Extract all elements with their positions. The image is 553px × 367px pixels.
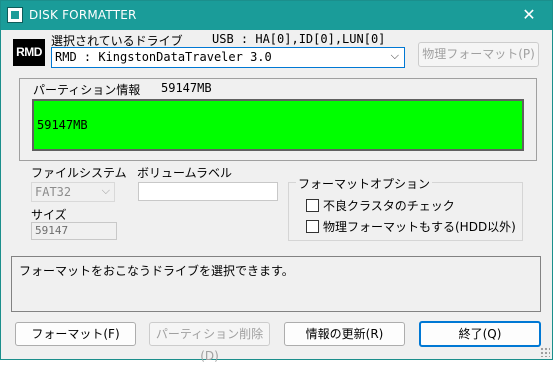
size-field: 59147 — [31, 222, 117, 240]
volume-label-input[interactable] — [138, 182, 278, 201]
exit-button[interactable]: 終了(Q) — [419, 321, 541, 347]
size-label: サイズ — [31, 208, 67, 222]
chevron-down-icon: ⌵ — [101, 184, 110, 197]
partition-info-label: パーティション情報 — [33, 83, 141, 97]
format-options-label: フォーマットオプション — [296, 175, 433, 192]
disk-formatter-window: DISK FORMATTER ✕ RMD 選択されているドライブ USB : H… — [0, 0, 553, 363]
filesystem-select[interactable]: FAT32 ⌵ — [31, 182, 115, 202]
window-title: DISK FORMATTER — [29, 8, 137, 22]
drive-select[interactable]: RMD : KingstonDataTraveler 3.0 ⌵ — [51, 47, 405, 68]
physical-format-button[interactable]: 物理フォーマット(P) — [418, 42, 539, 67]
partition-bar[interactable]: 59147MB — [32, 99, 524, 151]
volume-label-label: ボリュームラベル — [137, 166, 233, 180]
status-message: フォーマットをおこなうドライブを選択できます。 — [19, 264, 294, 278]
close-icon[interactable]: ✕ — [506, 1, 552, 30]
filesystem-value: FAT32 — [35, 185, 72, 199]
drive-type-icon: RMD — [13, 39, 45, 66]
resize-grip-icon[interactable] — [540, 347, 550, 357]
drive-select-value: RMD : KingstonDataTraveler 3.0 — [55, 50, 272, 64]
chevron-down-icon[interactable]: ⌵ — [391, 49, 399, 63]
refresh-info-button[interactable]: 情報の更新(R) — [284, 322, 405, 346]
app-icon — [7, 7, 23, 23]
filesystem-label: ファイルシステム — [31, 166, 127, 180]
partition-bar-label: 59147MB — [37, 118, 88, 132]
physical-format-checkbox[interactable] — [306, 220, 319, 233]
delete-partition-button[interactable]: パーティション削除(D) — [149, 322, 270, 363]
physical-format-option-label[interactable]: 物理フォーマットもする(HDD以外) — [323, 218, 516, 235]
bad-cluster-check-checkbox[interactable] — [306, 199, 319, 212]
format-button[interactable]: フォーマット(F) — [15, 322, 136, 346]
status-message-box: フォーマットをおこなうドライブを選択できます。 — [11, 256, 541, 312]
size-value: 59147 — [35, 224, 69, 237]
partition-total-size: 59147MB — [161, 81, 212, 95]
bad-cluster-check-label[interactable]: 不良クラスタのチェック — [323, 197, 455, 214]
drive-interface-info: USB : HA[0],ID[0],LUN[0] — [212, 32, 386, 46]
title-bar[interactable]: DISK FORMATTER ✕ — [1, 1, 552, 30]
